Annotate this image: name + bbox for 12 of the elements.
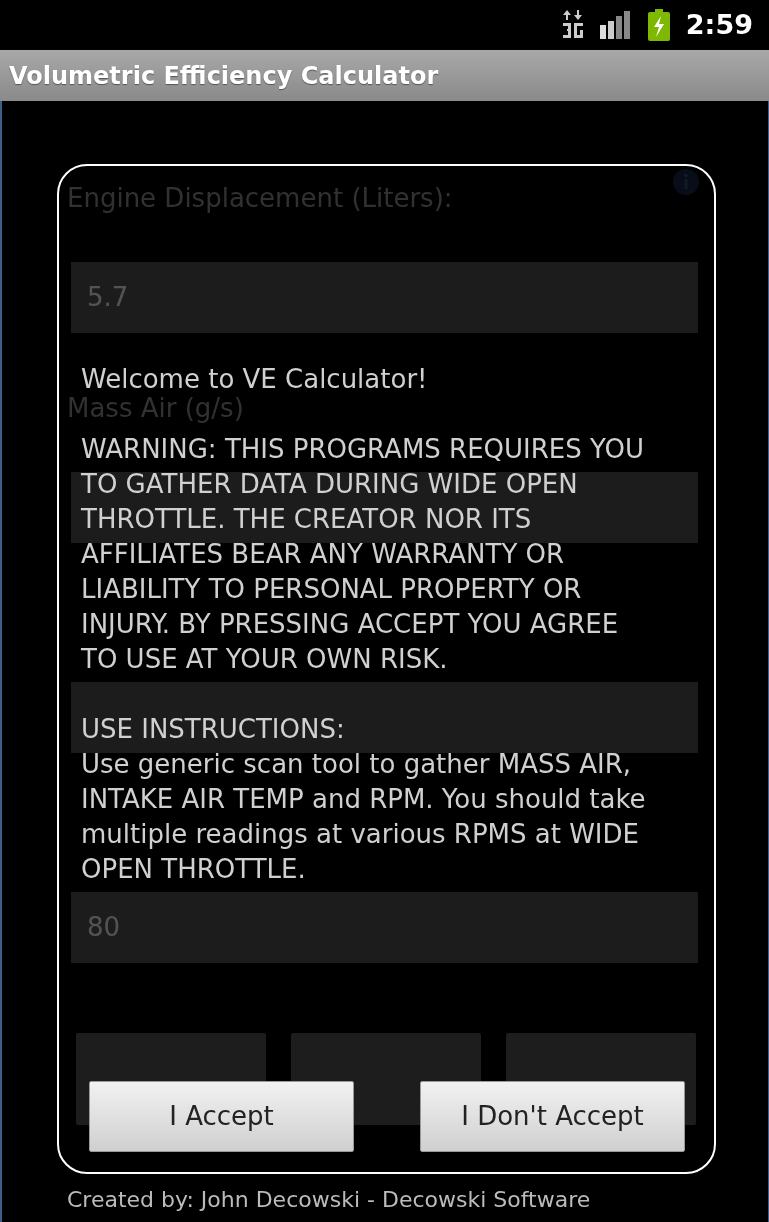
dialog-button[interactable]: I Accept <box>89 1081 354 1152</box>
dialog-message: Welcome to VE Calculator! <box>81 363 429 396</box>
signal-icon <box>599 11 632 39</box>
app-title: Volumetric Efficiency Calculator <box>9 60 439 92</box>
dialog-message: Use generic scan tool to gather MASS AIR, INTAKE AIR TEMP and RPM. You should take multiple readings at various RPMS at WIDE OPEN THROTTLE. <box>81 748 647 886</box>
credits-text: Created by: John Decowski - Decowski Software <box>67 1186 592 1214</box>
battery-charging-icon <box>647 9 670 41</box>
status-time: 2:59 <box>685 7 753 42</box>
dialog-button[interactable]: I Don't Accept <box>420 1081 685 1152</box>
network-icon <box>561 10 584 40</box>
dialog-message: WARNING: THIS PROGRAMS REQUIRES YOU TO GATHER DATA DURING WIDE OPEN THROTTLE. THE CREATOR NOR ITS AFFILIATES BEAR ANY WARRANTY OR LIABILITY TO PERSONAL PROPERTY OR INJURY. BY PRESSING ACCEPT YOU AGREE TO USE AT YOUR OWN RISK. <box>81 433 645 676</box>
dialog-heading: USE INSTRUCTIONS: <box>81 713 346 746</box>
